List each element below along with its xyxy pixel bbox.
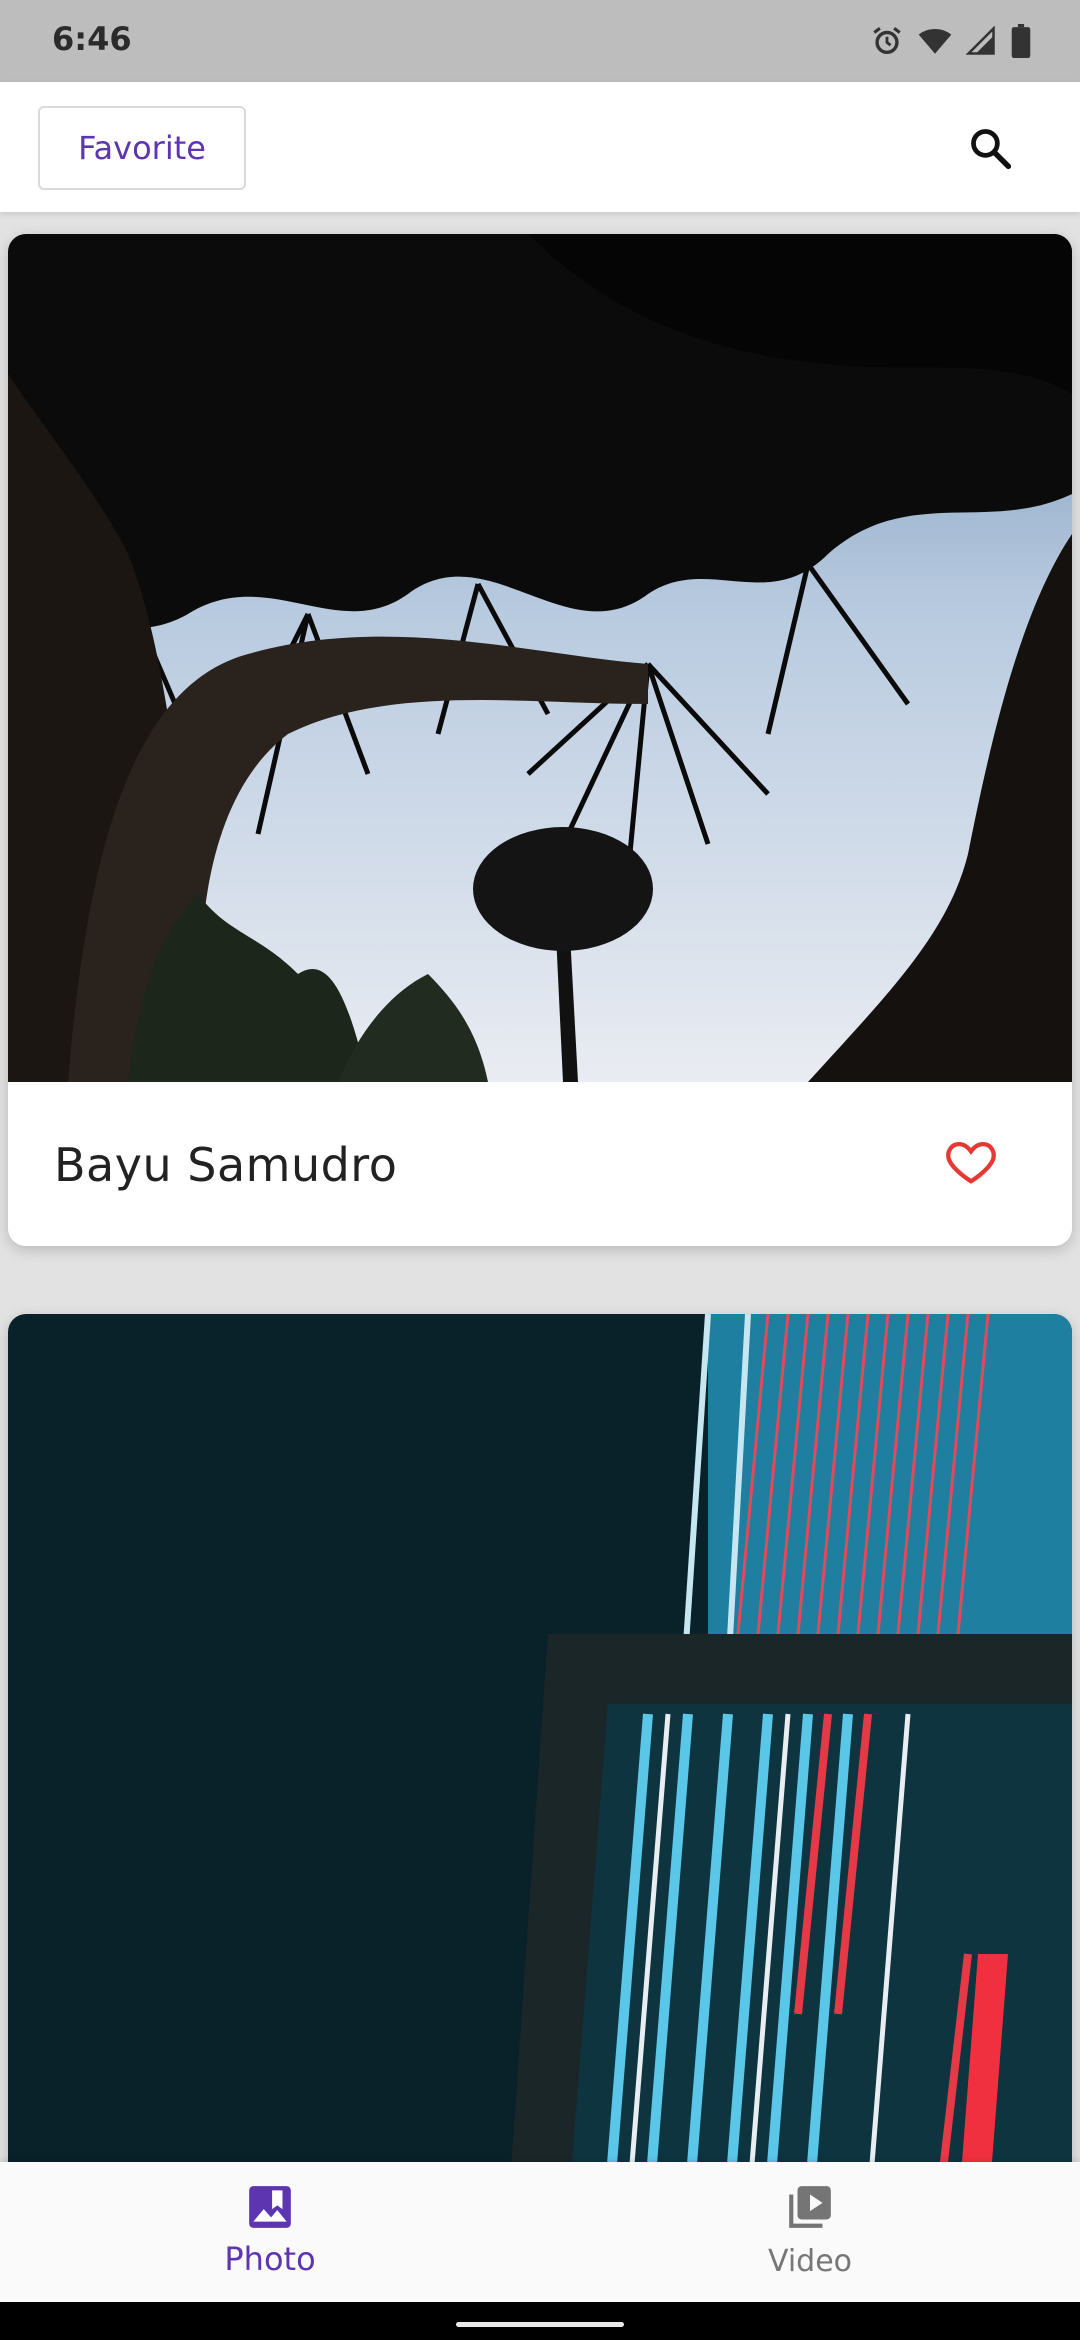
photographer-name: Bayu Samudro [54,1138,398,1192]
signal-icon [965,25,996,60]
favorite-heart-icon[interactable] [944,1134,998,1188]
nav-label-photo: Photo [224,2240,316,2278]
photo-card[interactable] [8,1314,1072,2214]
video-library-icon [785,2182,835,2232]
home-gesture-handle[interactable] [456,2322,624,2327]
photo-card[interactable]: Bayu Samudro [8,234,1072,1246]
nav-item-photo[interactable]: Photo [0,2162,540,2302]
app-bar: Favorite [0,82,1080,212]
status-icons [870,24,1032,62]
status-time: 6:46 [52,20,132,58]
battery-icon [1010,24,1032,62]
nav-label-video: Video [767,2244,853,2279]
card-footer: Bayu Samudro [8,1082,1072,1246]
status-bar: 6:46 [0,0,1080,82]
photo-image [8,234,1072,1082]
favorite-button[interactable]: Favorite [38,106,246,190]
nav-item-video[interactable]: Video [540,2162,1080,2302]
app-screen: 6:46 Favorite Bayu Samudro Photo Video [0,0,1080,2340]
search-icon[interactable] [968,126,1012,170]
photo-image [8,1314,1072,2214]
system-navigation-bar [0,2302,1080,2340]
wifi-icon [918,24,952,62]
bottom-navigation: Photo Video [0,2162,1080,2302]
photo-icon [245,2182,295,2232]
alarm-icon [870,24,904,62]
